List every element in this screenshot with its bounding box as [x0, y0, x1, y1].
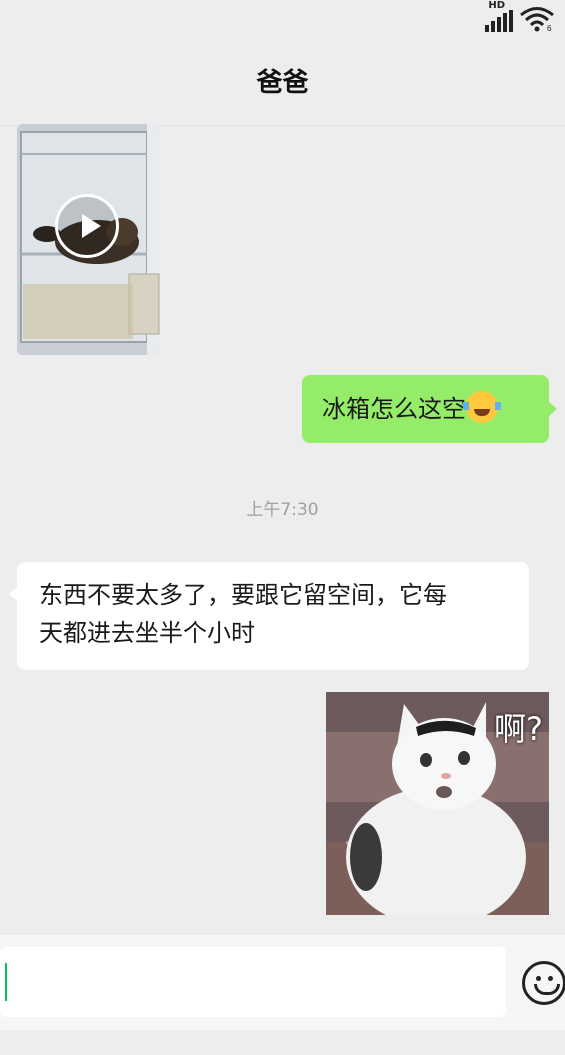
message-text-line-2: 天都进去坐半个小时 — [39, 619, 255, 647]
message-text: 冰箱怎么这空 — [322, 395, 466, 423]
wifi-label: 6 — [547, 24, 552, 32]
sent-message-bubble[interactable]: 冰箱怎么这空 — [302, 375, 557, 443]
image-message[interactable]: 啊? — [326, 692, 549, 915]
smiley-icon[interactable] — [522, 961, 565, 1005]
chat-header: 爸爸 — [0, 40, 565, 126]
bottom-strip — [0, 1030, 565, 1055]
play-icon[interactable] — [55, 194, 119, 258]
tears-of-joy-emoji-icon — [463, 391, 501, 423]
signal-icon — [485, 10, 513, 32]
status-bar: HD 6 — [0, 0, 565, 40]
wifi-icon: 6 — [520, 7, 554, 32]
chat-title: 爸爸 — [256, 68, 309, 98]
message-timestamp: 上午7:30 — [246, 500, 319, 520]
meme-caption: 啊? — [494, 710, 543, 748]
input-bar — [0, 935, 565, 1030]
text-cursor — [5, 963, 7, 1001]
video-message[interactable] — [17, 124, 160, 355]
received-message-bubble[interactable]: 东西不要太多了，要跟它留空间，它每 天都进去坐半个小时 — [9, 562, 529, 670]
message-text-line-1: 东西不要太多了，要跟它留空间，它每 — [39, 581, 447, 609]
status-icons: 6 — [485, 2, 555, 32]
message-input[interactable] — [0, 947, 506, 1017]
